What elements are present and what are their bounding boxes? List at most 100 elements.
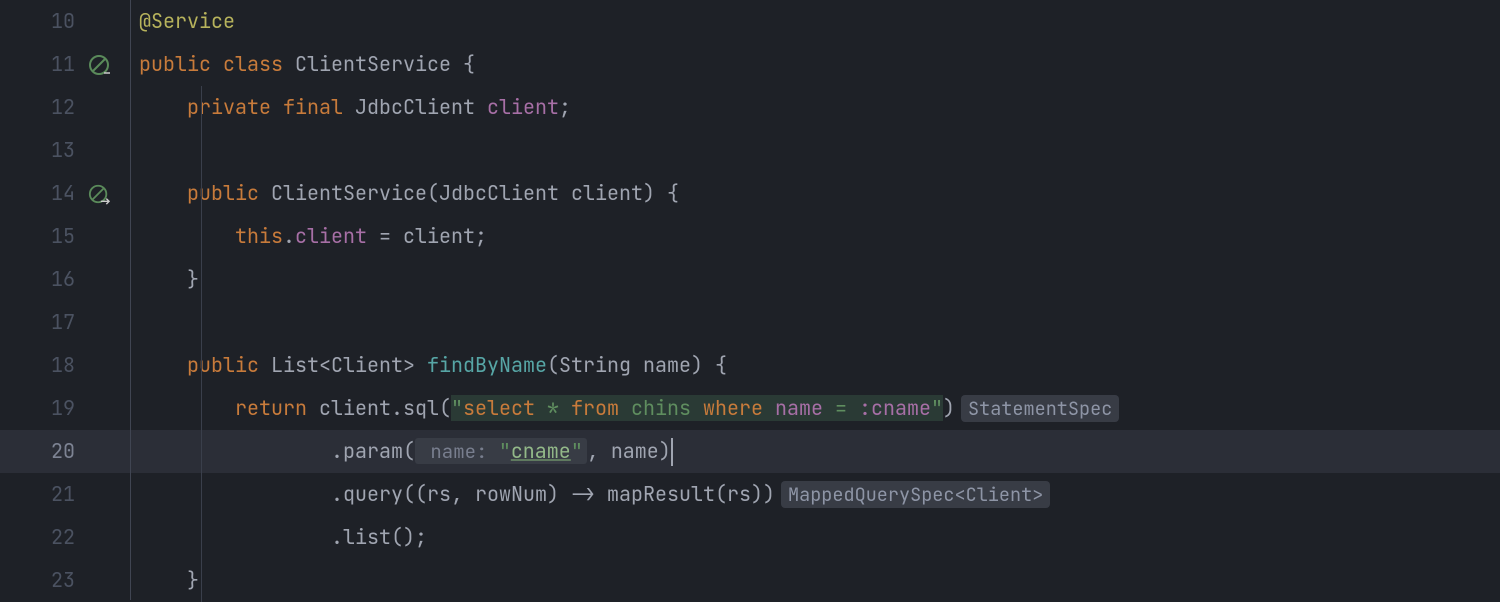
method-call: sql bbox=[403, 395, 439, 421]
sql-param: :cname bbox=[859, 395, 931, 421]
gutter-line: 17 bbox=[0, 301, 130, 344]
sql-col: name bbox=[763, 395, 835, 421]
field: client bbox=[295, 223, 367, 249]
code-line[interactable] bbox=[131, 301, 1500, 344]
brace: } bbox=[187, 266, 199, 292]
line-number: 17 bbox=[51, 301, 75, 344]
code-line[interactable]: } bbox=[131, 258, 1500, 301]
string-quote: " bbox=[451, 395, 463, 421]
type-hint[interactable]: StatementSpec bbox=[961, 395, 1119, 422]
no-entry-icon[interactable] bbox=[88, 54, 110, 76]
paren: ( bbox=[403, 438, 415, 464]
paren: )) bbox=[751, 481, 775, 507]
line-number: 19 bbox=[51, 387, 75, 430]
paren: ) { bbox=[643, 180, 679, 206]
code-line[interactable]: .list(); bbox=[131, 516, 1500, 559]
gutter-line: 16 bbox=[0, 258, 130, 301]
no-entry-arrow-icon[interactable] bbox=[88, 183, 110, 205]
brace: } bbox=[187, 567, 199, 593]
dot: . bbox=[331, 524, 343, 550]
line-number: 12 bbox=[51, 86, 75, 129]
class-name: ClientService bbox=[295, 51, 451, 77]
code-line[interactable]: public List<Client> findByName(String na… bbox=[131, 344, 1500, 387]
param: client bbox=[571, 180, 643, 206]
lt: < bbox=[319, 352, 331, 378]
sql-keyword: select bbox=[463, 395, 535, 421]
annotation: @Service bbox=[139, 8, 235, 34]
keyword: return bbox=[235, 395, 307, 421]
line-number: 13 bbox=[51, 129, 75, 172]
line-number: 16 bbox=[51, 258, 75, 301]
text-cursor bbox=[671, 438, 673, 466]
type: JdbcClient bbox=[355, 94, 475, 120]
keyword: public bbox=[187, 180, 259, 206]
method-call: param bbox=[343, 438, 403, 464]
paren: ( bbox=[427, 180, 439, 206]
gutter-line: 19 bbox=[0, 387, 130, 430]
type: List bbox=[271, 352, 319, 378]
line-number: 10 bbox=[51, 0, 75, 43]
paren: ( bbox=[547, 352, 559, 378]
string-quote: " bbox=[499, 438, 511, 464]
line-number: 22 bbox=[51, 516, 75, 559]
code-line[interactable]: } bbox=[131, 559, 1500, 602]
line-number: 11 bbox=[51, 43, 75, 86]
var: client bbox=[319, 395, 391, 421]
type-hint[interactable]: MappedQuerySpec<Client> bbox=[781, 481, 1050, 508]
comma: , bbox=[587, 438, 611, 464]
code-area[interactable]: @Service public class ClientService { pr… bbox=[130, 0, 1500, 600]
line-number: 15 bbox=[51, 215, 75, 258]
type: Client bbox=[331, 352, 403, 378]
field: client bbox=[487, 94, 559, 120]
paren: ) bbox=[943, 395, 955, 421]
paren: ( bbox=[439, 395, 451, 421]
paren: (( bbox=[403, 481, 427, 507]
gutter-line: 21 bbox=[0, 473, 130, 516]
gutter-line: 22 bbox=[0, 516, 130, 559]
gutter-line: 23 bbox=[0, 559, 130, 602]
code-line[interactable]: .param( name: "cname", name) bbox=[131, 430, 1500, 473]
code-line[interactable]: public ClientService(JdbcClient client) … bbox=[131, 172, 1500, 215]
string-quote: " bbox=[931, 395, 943, 421]
line-number: 14 bbox=[51, 172, 75, 215]
dot: . bbox=[391, 395, 403, 421]
keyword: class bbox=[223, 51, 283, 77]
method-call: mapResult bbox=[607, 481, 715, 507]
sql-text: chins bbox=[619, 395, 703, 421]
sql-keyword: from bbox=[571, 395, 619, 421]
code-line[interactable]: private final JdbcClient client; bbox=[131, 86, 1500, 129]
dot: . bbox=[331, 481, 343, 507]
dot: . bbox=[283, 223, 295, 249]
code-line[interactable] bbox=[131, 129, 1500, 172]
dot: . bbox=[331, 438, 343, 464]
gutter-line: 12 bbox=[0, 86, 130, 129]
gutter-line: 14 bbox=[0, 172, 130, 215]
code-line[interactable]: public class ClientService { bbox=[131, 43, 1500, 86]
code-line[interactable]: @Service bbox=[131, 0, 1500, 43]
code-line[interactable]: this.client = client; bbox=[131, 215, 1500, 258]
param: rowNum bbox=[475, 481, 547, 507]
gutter: 10 11 12 13 14 15 16 17 18 19 20 21 22 2… bbox=[0, 0, 130, 600]
param-hint: name: bbox=[419, 439, 499, 464]
keyword: this bbox=[235, 223, 283, 249]
var: rs bbox=[727, 481, 751, 507]
semi: ; bbox=[559, 94, 571, 120]
code-line[interactable]: .query((rs, rowNum) -> mapResult(rs))Map… bbox=[131, 473, 1500, 516]
code-line[interactable]: return client.sql("select * from chins w… bbox=[131, 387, 1500, 430]
sql-keyword: where bbox=[703, 395, 763, 421]
constructor: ClientService bbox=[271, 180, 427, 206]
line-number: 21 bbox=[51, 473, 75, 516]
type: String bbox=[559, 352, 631, 378]
gutter-line: 20 bbox=[0, 430, 130, 473]
method-call: list bbox=[343, 524, 391, 550]
gutter-line: 18 bbox=[0, 344, 130, 387]
code-editor[interactable]: 10 11 12 13 14 15 16 17 18 19 20 21 22 2… bbox=[0, 0, 1500, 600]
gutter-line: 15 bbox=[0, 215, 130, 258]
keyword: public bbox=[139, 51, 211, 77]
line-number: 23 bbox=[51, 559, 75, 602]
type: JdbcClient bbox=[439, 180, 559, 206]
comma: , bbox=[451, 481, 475, 507]
string-quote: " bbox=[571, 438, 583, 464]
arrow: ) -> bbox=[547, 481, 607, 507]
var: client bbox=[403, 223, 475, 249]
